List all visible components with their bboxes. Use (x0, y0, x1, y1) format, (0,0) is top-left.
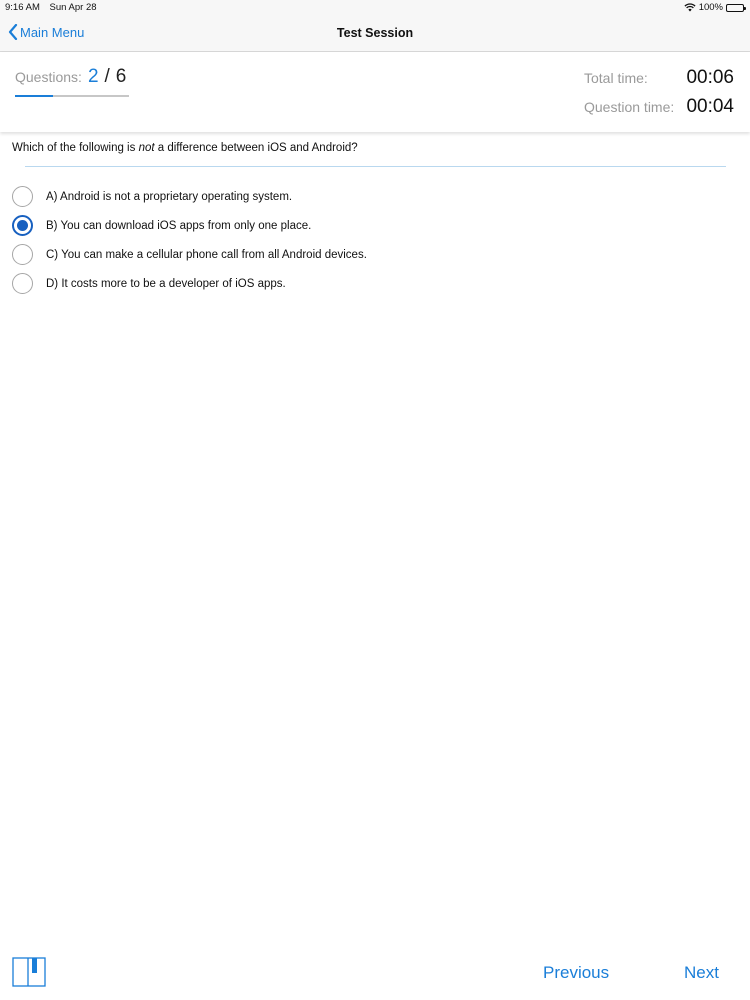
question-suffix: a difference between iOS and Android? (154, 142, 358, 154)
bookmark-icon[interactable] (12, 957, 46, 988)
question-divider (25, 166, 726, 167)
question-text: Which of the following is not a differen… (12, 142, 358, 154)
radio-button[interactable] (12, 215, 33, 236)
answer-option-a[interactable]: A) Android is not a proprietary operatin… (12, 182, 367, 211)
next-button[interactable]: Next (684, 963, 719, 983)
answer-option-d[interactable]: D) It costs more to be a developer of iO… (12, 269, 367, 298)
status-date: Sun Apr 28 (49, 2, 97, 13)
status-right: 100% (684, 2, 746, 13)
current-question-number: 2 (87, 66, 99, 87)
question-time-row: Question time: 00:04 (584, 96, 734, 118)
question-time-value: 00:04 (686, 96, 734, 117)
session-header: Questions: 2 / 6 Total time: 00:06 Quest… (0, 52, 750, 132)
question-counter: Questions: 2 / 6 (15, 66, 126, 88)
question-time-label: Question time: (584, 99, 675, 115)
navigation-bar: Main Menu Test Session (0, 16, 750, 52)
total-questions-number: 6 (115, 66, 127, 87)
battery-icon (726, 3, 746, 12)
radio-button[interactable] (12, 244, 33, 265)
status-time: 9:16 AM (5, 2, 40, 13)
question-progress-fill (15, 95, 53, 97)
answer-label: D) It costs more to be a developer of iO… (46, 277, 286, 290)
question-emphasis: not (138, 142, 155, 154)
answer-label: C) You can make a cellular phone call fr… (46, 248, 367, 261)
status-bar: 9:16 AM Sun Apr 28 100% (0, 0, 750, 16)
question-prefix: Which of the following is (12, 142, 139, 154)
answer-label: A) Android is not a proprietary operatin… (46, 190, 293, 203)
status-left: 9:16 AM Sun Apr 28 (5, 2, 97, 13)
previous-button[interactable]: Previous (543, 963, 609, 983)
question-progress-bar (15, 95, 129, 97)
answer-option-b[interactable]: B) You can download iOS apps from only o… (12, 211, 367, 240)
total-time-label: Total time: (584, 70, 648, 86)
answer-label: B) You can download iOS apps from only o… (46, 219, 312, 232)
bottom-toolbar: Previous Next (0, 950, 750, 1000)
battery-percent: 100% (698, 2, 723, 13)
page-title: Test Session (336, 26, 414, 40)
radio-button[interactable] (12, 273, 33, 294)
total-time-value: 00:06 (686, 67, 734, 88)
question-separator: / (104, 66, 110, 87)
radio-button[interactable] (12, 186, 33, 207)
total-time-row: Total time: 00:06 (584, 67, 734, 89)
answer-option-c[interactable]: C) You can make a cellular phone call fr… (12, 240, 367, 269)
questions-label: Questions: (15, 69, 82, 85)
wifi-icon (684, 3, 696, 12)
answer-list: A) Android is not a proprietary operatin… (12, 182, 367, 298)
